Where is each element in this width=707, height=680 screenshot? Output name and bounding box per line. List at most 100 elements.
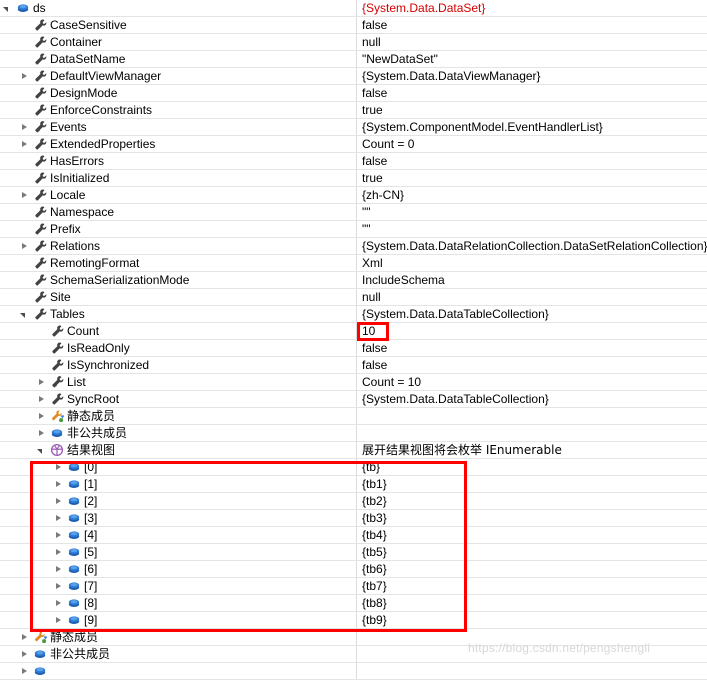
watch-row-value[interactable]: {tb3} [357, 510, 707, 526]
watch-row-name-cell[interactable]: RemotingFormat [0, 255, 357, 271]
watch-row-value[interactable]: null [357, 289, 707, 305]
watch-row[interactable]: [3] {tb3} [0, 510, 707, 527]
watch-row-name-cell[interactable]: [3] [0, 510, 357, 526]
watch-row-value[interactable]: false [357, 340, 707, 356]
watch-row[interactable]: RemotingFormat Xml [0, 255, 707, 272]
chevron-right-icon[interactable] [53, 547, 64, 558]
watch-row-name-cell[interactable]: [4] [0, 527, 357, 543]
watch-row-value[interactable]: IncludeSchema [357, 272, 707, 288]
watch-row-name-cell[interactable]: DefaultViewManager [0, 68, 357, 84]
watch-row[interactable]: 非公共成员 [0, 425, 707, 442]
watch-row-value[interactable]: "NewDataSet" [357, 51, 707, 67]
watch-row-name-cell[interactable]: DesignMode [0, 85, 357, 101]
chevron-right-icon[interactable] [19, 139, 30, 150]
watch-row-value[interactable]: Count = 0 [357, 136, 707, 152]
watch-row[interactable]: Events {System.ComponentModel.EventHandle… [0, 119, 707, 136]
watch-row-value[interactable]: {zh-CN} [357, 187, 707, 203]
watch-row-value[interactable]: 10 [357, 323, 707, 339]
watch-row[interactable]: Prefix "" [0, 221, 707, 238]
watch-row-value[interactable]: null [357, 34, 707, 50]
watch-row-value[interactable]: {System.ComponentModel.EventHandlerList} [357, 119, 707, 135]
watch-row-name-cell[interactable]: ds [0, 0, 357, 16]
watch-row-name-cell[interactable]: Tables [0, 306, 357, 322]
watch-row[interactable]: 静态成员 [0, 408, 707, 425]
chevron-right-icon[interactable] [19, 666, 30, 677]
watch-row[interactable]: [9] {tb9} [0, 612, 707, 629]
watch-row[interactable]: DataSetName "NewDataSet" [0, 51, 707, 68]
chevron-right-icon[interactable] [53, 462, 64, 473]
watch-row-name-cell[interactable]: Count [0, 323, 357, 339]
watch-row[interactable]: [5] {tb5} [0, 544, 707, 561]
watch-row-name-cell[interactable]: IsReadOnly [0, 340, 357, 356]
watch-row[interactable]: [6] {tb6} [0, 561, 707, 578]
watch-row[interactable]: IsReadOnly false [0, 340, 707, 357]
watch-row[interactable]: HasErrors false [0, 153, 707, 170]
watch-row-name-cell[interactable]: Prefix [0, 221, 357, 237]
watch-row-value[interactable]: {System.Data.DataViewManager} [357, 68, 707, 84]
watch-row[interactable]: ExtendedProperties Count = 0 [0, 136, 707, 153]
watch-row-name-cell[interactable]: [2] [0, 493, 357, 509]
chevron-right-icon[interactable] [19, 632, 30, 643]
watch-row[interactable]: List Count = 10 [0, 374, 707, 391]
watch-row-name-cell[interactable]: [6] [0, 561, 357, 577]
watch-row-value[interactable]: {tb7} [357, 578, 707, 594]
watch-row-name-cell[interactable]: IsSynchronized [0, 357, 357, 373]
watch-row-value[interactable]: false [357, 153, 707, 169]
watch-row[interactable]: [0] {tb} [0, 459, 707, 476]
watch-row[interactable]: Tables {System.Data.DataTableCollection} [0, 306, 707, 323]
watch-row-name-cell[interactable]: [1] [0, 476, 357, 492]
chevron-right-icon[interactable] [19, 71, 30, 82]
watch-row-name-cell[interactable]: CaseSensitive [0, 17, 357, 33]
watch-row[interactable]: SchemaSerializationMode IncludeSchema [0, 272, 707, 289]
chevron-right-icon[interactable] [53, 479, 64, 490]
watch-row[interactable]: Relations {System.Data.DataRelationCollec… [0, 238, 707, 255]
chevron-right-icon[interactable] [36, 428, 47, 439]
watch-row[interactable]: [7] {tb7} [0, 578, 707, 595]
watch-row-name-cell[interactable]: 非公共成员 [0, 425, 357, 441]
chevron-right-icon[interactable] [36, 377, 47, 388]
watch-row-value[interactable]: "" [357, 221, 707, 237]
watch-row-name-cell[interactable]: IsInitialized [0, 170, 357, 186]
watch-row-name-cell[interactable]: Relations [0, 238, 357, 254]
chevron-down-icon[interactable] [2, 3, 13, 14]
watch-row[interactable]: Site null [0, 289, 707, 306]
watch-row-name-cell[interactable]: [9] [0, 612, 357, 628]
watch-row-value[interactable]: Xml [357, 255, 707, 271]
watch-row-name-cell[interactable]: Namespace [0, 204, 357, 220]
watch-row[interactable]: DesignMode false [0, 85, 707, 102]
watch-row-value[interactable]: {System.Data.DataSet} [357, 0, 707, 16]
watch-row[interactable]: DefaultViewManager {System.Data.DataViewM… [0, 68, 707, 85]
watch-row-value[interactable]: {System.Data.DataTableCollection} [357, 391, 707, 407]
chevron-down-icon[interactable] [19, 309, 30, 320]
watch-row-value[interactable] [357, 425, 707, 441]
chevron-down-icon[interactable] [36, 445, 47, 456]
watch-row-value[interactable]: false [357, 17, 707, 33]
watch-row-value[interactable]: 展开结果视图将会枚举 IEnumerable [357, 442, 707, 458]
watch-row-name-cell[interactable]: Site [0, 289, 357, 305]
watch-row-value[interactable] [357, 663, 707, 679]
watch-row[interactable]: [4] {tb4} [0, 527, 707, 544]
watch-row[interactable]: Container null [0, 34, 707, 51]
watch-row-value[interactable]: {tb5} [357, 544, 707, 560]
watch-row[interactable]: CaseSensitive false [0, 17, 707, 34]
watch-row-value[interactable]: {tb8} [357, 595, 707, 611]
watch-row-name-cell[interactable]: Container [0, 34, 357, 50]
chevron-right-icon[interactable] [53, 513, 64, 524]
watch-row-name-cell[interactable]: EnforceConstraints [0, 102, 357, 118]
watch-row-name-cell[interactable]: HasErrors [0, 153, 357, 169]
chevron-right-icon[interactable] [53, 530, 64, 541]
watch-row-name-cell[interactable]: SchemaSerializationMode [0, 272, 357, 288]
watch-row-value[interactable]: true [357, 170, 707, 186]
chevron-right-icon[interactable] [19, 649, 30, 660]
watch-row[interactable]: 结果视图 展开结果视图将会枚举 IEnumerable [0, 442, 707, 459]
chevron-right-icon[interactable] [53, 564, 64, 575]
watch-row-value[interactable]: {tb2} [357, 493, 707, 509]
watch-row-value[interactable]: true [357, 102, 707, 118]
watch-row[interactable]: Count 10 [0, 323, 707, 340]
watch-row[interactable]: ds {System.Data.DataSet} [0, 0, 707, 17]
watch-row-value[interactable]: {tb1} [357, 476, 707, 492]
watch-row-name-cell[interactable]: SyncRoot [0, 391, 357, 407]
chevron-right-icon[interactable] [53, 581, 64, 592]
watch-row[interactable] [0, 663, 707, 680]
debugger-watch-grid[interactable]: ds {System.Data.DataSet} CaseSensitive fals… [0, 0, 707, 680]
